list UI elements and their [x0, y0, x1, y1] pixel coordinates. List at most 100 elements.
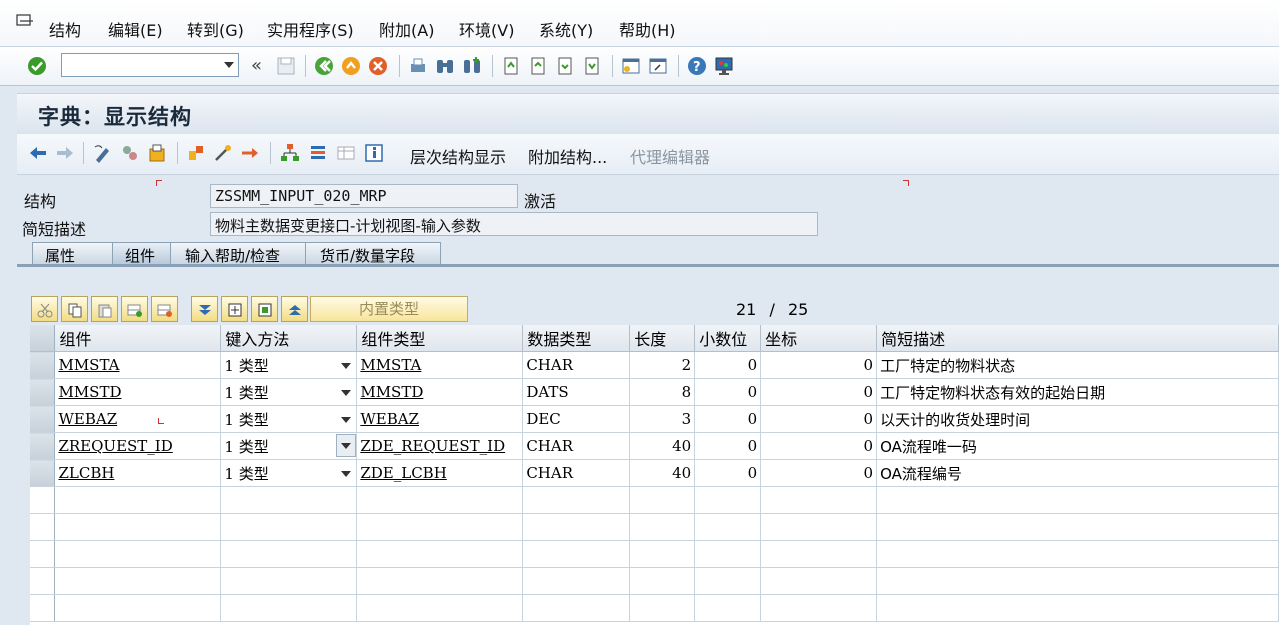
empty-cell[interactable]	[54, 486, 222, 514]
col-short-description[interactable]: 简短描述	[876, 325, 1279, 352]
collapse-button[interactable]	[281, 296, 308, 322]
data-type-cell[interactable]: DEC	[522, 405, 631, 433]
row-selector[interactable]	[30, 513, 56, 541]
row-selector[interactable]	[30, 351, 56, 379]
data-type-cell[interactable]: CHAR	[522, 351, 631, 379]
empty-cell[interactable]	[54, 513, 222, 541]
short-description-cell[interactable]: OA流程编号	[876, 459, 1279, 487]
empty-cell[interactable]	[220, 594, 358, 622]
component-name-cell[interactable]: ZLCBH	[54, 459, 222, 487]
info-icon[interactable]	[363, 142, 385, 164]
component-type-cell[interactable]: ZDE_REQUEST_ID	[356, 432, 524, 460]
data-type-cell[interactable]: CHAR	[522, 459, 631, 487]
empty-cell[interactable]	[356, 513, 524, 541]
empty-cell[interactable]	[760, 540, 878, 568]
navigate-icon[interactable]	[239, 142, 261, 164]
typing-method-cell[interactable]: 1 类型	[220, 378, 358, 406]
data-type-cell[interactable]: CHAR	[522, 432, 631, 460]
last-page-icon[interactable]	[581, 55, 603, 77]
col-typing-method[interactable]: 键入方法	[220, 325, 358, 352]
length-cell[interactable]: 8	[629, 378, 696, 406]
save-icon[interactable]	[275, 55, 297, 77]
short-description-cell[interactable]: 工厂特定物料状态有效的起始日期	[876, 378, 1279, 406]
hierarchy-display-button[interactable]: 层次结构显示	[410, 144, 506, 168]
empty-cell[interactable]	[356, 486, 524, 514]
empty-cell[interactable]	[522, 567, 631, 595]
find-next-icon[interactable]	[461, 55, 483, 77]
first-page-icon[interactable]	[500, 55, 522, 77]
short-description-field[interactable]: 物料主数据变更接口-计划视图-输入参数	[210, 212, 818, 236]
append-structure-button[interactable]: 附加结构...	[528, 144, 607, 168]
row-selector[interactable]	[30, 459, 56, 487]
command-field[interactable]	[61, 53, 239, 77]
print-icon[interactable]	[407, 55, 429, 77]
coordinate-cell[interactable]: 0	[760, 378, 878, 406]
cut-row-button[interactable]	[31, 296, 58, 322]
back-icon[interactable]	[313, 55, 335, 77]
row-selector[interactable]	[30, 378, 56, 406]
length-cell[interactable]: 40	[629, 459, 696, 487]
shortcut-icon[interactable]	[647, 55, 669, 77]
component-type-cell[interactable]: MMSTD	[356, 378, 524, 406]
col-data-type[interactable]: 数据类型	[522, 325, 631, 352]
coordinate-cell[interactable]: 0	[760, 351, 878, 379]
menu-utilities[interactable]: 实用程序(S)	[267, 17, 354, 41]
copy-row-button[interactable]	[61, 296, 88, 322]
component-name-cell[interactable]: MMSTD	[54, 378, 222, 406]
typing-method-cell[interactable]: 1 类型	[220, 459, 358, 487]
short-description-cell[interactable]: OA流程唯一码	[876, 432, 1279, 460]
row-selector[interactable]	[30, 567, 56, 595]
chevron-down-icon[interactable]	[341, 363, 352, 369]
component-name-cell[interactable]: MMSTA	[54, 351, 222, 379]
empty-cell[interactable]	[220, 513, 358, 541]
empty-row[interactable]	[30, 540, 1279, 568]
chevron-down-icon[interactable]	[224, 62, 234, 68]
typing-method-cell[interactable]: 1 类型	[220, 432, 358, 460]
empty-cell[interactable]	[694, 513, 762, 541]
row-selector[interactable]	[30, 432, 56, 460]
empty-cell[interactable]	[760, 594, 878, 622]
structure-detail-button[interactable]	[251, 296, 278, 322]
row-selector[interactable]	[30, 594, 56, 622]
decimals-cell[interactable]: 0	[694, 432, 762, 460]
table-row[interactable]: ZREQUEST_ID 1 类型 ZDE_REQUEST_ID CHAR 40 …	[30, 432, 1279, 460]
component-type-cell[interactable]: MMSTA	[356, 351, 524, 379]
tab-attributes[interactable]: 属性	[32, 242, 118, 265]
coordinate-cell[interactable]: 0	[760, 459, 878, 487]
table-row[interactable]: MMSTA 1 类型 MMSTA CHAR 2 0 0 工厂特定的物料状态	[30, 351, 1279, 379]
component-name-cell[interactable]: ZREQUEST_ID	[54, 432, 222, 460]
empty-cell[interactable]	[876, 513, 1279, 541]
empty-cell[interactable]	[629, 486, 696, 514]
row-selector[interactable]	[30, 486, 56, 514]
menu-help[interactable]: 帮助(H)	[619, 17, 676, 41]
empty-cell[interactable]	[694, 486, 762, 514]
empty-row[interactable]	[30, 567, 1279, 595]
row-selector[interactable]	[30, 540, 56, 568]
row-selector[interactable]	[30, 405, 56, 433]
insert-row-button[interactable]	[121, 296, 148, 322]
delete-row-button[interactable]	[151, 296, 178, 322]
tab-input-help[interactable]: 输入帮助/检查	[170, 242, 322, 265]
table-layout-icon[interactable]	[335, 142, 357, 164]
empty-cell[interactable]	[876, 594, 1279, 622]
empty-row[interactable]	[30, 513, 1279, 541]
empty-row[interactable]	[30, 486, 1279, 514]
chevron-down-icon[interactable]	[341, 417, 352, 423]
menu-system[interactable]: 系统(Y)	[539, 17, 593, 41]
cancel-icon[interactable]	[367, 55, 389, 77]
empty-cell[interactable]	[356, 594, 524, 622]
display-change-icon[interactable]	[92, 142, 114, 164]
empty-cell[interactable]	[54, 540, 222, 568]
empty-cell[interactable]	[629, 594, 696, 622]
empty-cell[interactable]	[220, 486, 358, 514]
select-all-cell[interactable]	[30, 325, 56, 352]
new-session-icon[interactable]	[620, 55, 642, 77]
menu-edit[interactable]: 编辑(E)	[108, 17, 163, 41]
empty-cell[interactable]	[356, 567, 524, 595]
empty-cell[interactable]	[356, 540, 524, 568]
typing-method-cell[interactable]: 1 类型	[220, 351, 358, 379]
empty-cell[interactable]	[760, 567, 878, 595]
expand-button[interactable]	[191, 296, 218, 322]
empty-cell[interactable]	[760, 486, 878, 514]
menu-structure[interactable]: 结构	[49, 17, 81, 41]
